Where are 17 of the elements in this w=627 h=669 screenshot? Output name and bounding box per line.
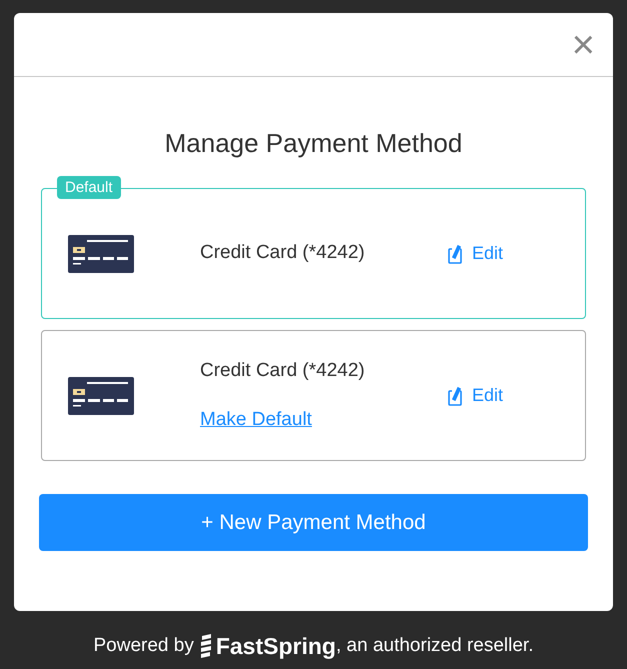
edit-button[interactable]: Edit <box>448 240 504 267</box>
logo-icon <box>198 634 213 658</box>
card-label: Credit Card (*4242) <box>200 359 366 383</box>
make-default-link[interactable]: Make Default <box>200 406 312 434</box>
edit-button[interactable]: Edit <box>448 382 504 409</box>
card-label: Credit Card (*4242) <box>200 241 366 266</box>
reseller-text: , an authorized reseller. <box>336 634 534 658</box>
edit-icon <box>448 244 462 264</box>
default-badge: Default <box>57 176 121 199</box>
credit-card-icon <box>68 234 134 272</box>
close-button[interactable]: × <box>572 24 595 64</box>
credit-card-icon <box>68 376 134 414</box>
brand-name: FastSpring <box>216 632 336 661</box>
dialog-title: Manage Payment Method <box>164 127 464 160</box>
new-payment-method-button[interactable]: + New Payment Method <box>39 494 588 551</box>
powered-by-text: Powered by <box>94 634 194 658</box>
edit-icon <box>448 386 462 406</box>
